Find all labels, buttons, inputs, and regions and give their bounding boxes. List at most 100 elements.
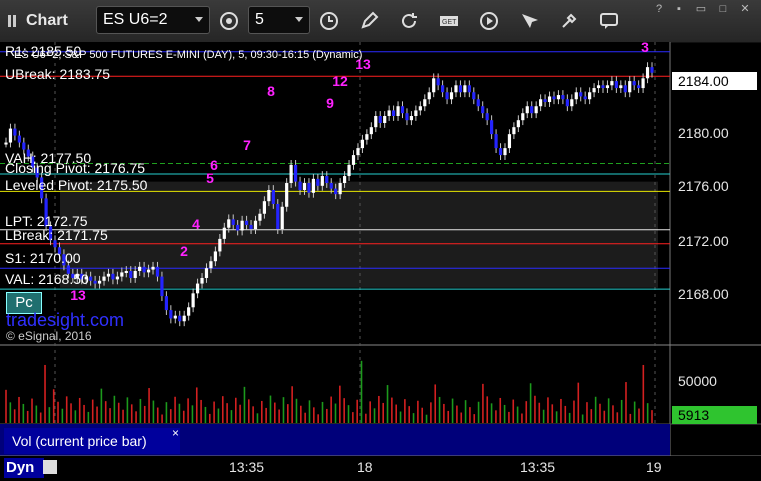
level-label-leveled-pivot: Leveled Pivot: 2175.50 xyxy=(5,177,148,193)
level-label-ubreak: UBreak: 2183.75 xyxy=(5,66,111,82)
price-bar xyxy=(547,96,552,103)
price-bar xyxy=(280,206,284,230)
price-bar xyxy=(619,85,623,89)
sequence-count-label: 13 xyxy=(70,287,86,303)
close-icon[interactable]: × xyxy=(172,426,179,440)
price-bar xyxy=(342,176,347,184)
price-bar xyxy=(115,276,119,280)
brand-watermark: tradesight.com xyxy=(6,310,125,330)
volume-tab[interactable]: Vol (current price bar) xyxy=(4,428,180,454)
price-bar xyxy=(111,273,115,280)
x-tick-label: 13:35 xyxy=(229,459,265,475)
level-label-r1: R1: 2185.50 xyxy=(5,43,82,59)
price-bar xyxy=(169,310,173,319)
price-bar xyxy=(311,178,316,193)
price-bar xyxy=(369,127,373,135)
chart-canvas[interactable]: 13121398765423 xyxy=(0,0,761,481)
level-label-lbreak: LBreak: 2171.75 xyxy=(5,227,108,243)
price-bar xyxy=(432,78,436,93)
y-tick-label: 2180.00 xyxy=(678,125,729,141)
price-bar xyxy=(387,110,391,117)
price-bar xyxy=(543,99,547,103)
price-bar xyxy=(151,266,155,270)
price-bar xyxy=(276,203,280,230)
price-bar xyxy=(414,110,418,117)
price-bar xyxy=(383,116,387,123)
price-bar xyxy=(588,92,592,100)
price-bar xyxy=(231,219,235,225)
price-bar xyxy=(378,116,382,123)
price-bar xyxy=(200,277,204,284)
price-bar xyxy=(463,85,467,93)
price-bar xyxy=(262,201,266,214)
price-bar xyxy=(218,238,222,252)
price-bar xyxy=(436,78,440,86)
price-bar xyxy=(507,134,512,149)
price-bar xyxy=(249,224,253,230)
price-bar xyxy=(445,92,449,100)
price-bar xyxy=(427,92,431,100)
price-bar xyxy=(182,315,186,322)
price-bar xyxy=(289,164,293,184)
price-bar xyxy=(556,95,561,100)
price-bar xyxy=(222,227,226,239)
price-bar xyxy=(441,85,445,93)
price-bar xyxy=(271,190,275,204)
price-bar xyxy=(293,164,298,182)
price-bar xyxy=(525,106,529,114)
price-bar xyxy=(191,293,195,308)
price-bar xyxy=(302,183,307,191)
price-bar xyxy=(93,280,97,284)
price-bar xyxy=(521,113,525,121)
price-bar xyxy=(22,142,26,150)
price-bar xyxy=(347,164,351,177)
y-tick-label: 2172.00 xyxy=(678,233,729,249)
price-bar xyxy=(253,220,258,230)
price-bar xyxy=(605,85,610,89)
sequence-count-label: 4 xyxy=(192,216,200,232)
price-bar xyxy=(244,220,249,225)
price-bar xyxy=(338,183,342,195)
price-bar xyxy=(400,106,405,114)
price-bar xyxy=(164,296,168,311)
price-bar xyxy=(334,188,338,195)
sequence-count-label: 3 xyxy=(641,39,649,55)
price-bar xyxy=(227,219,231,228)
sequence-count-label: 8 xyxy=(267,83,275,99)
price-bar xyxy=(325,176,329,184)
price-bar xyxy=(146,269,151,273)
price-bar xyxy=(129,270,133,278)
x-tick-label: 19 xyxy=(646,459,662,475)
price-bar xyxy=(650,67,654,73)
level-label-val: VAL: 2168.50 xyxy=(5,271,89,287)
price-bar xyxy=(307,183,311,193)
price-bar xyxy=(173,315,177,319)
price-bar xyxy=(120,272,124,277)
price-bar xyxy=(490,120,494,135)
dyn-button[interactable]: Dyn xyxy=(4,458,44,478)
price-bar xyxy=(13,128,17,136)
lock-icon[interactable] xyxy=(43,460,57,474)
price-bar xyxy=(583,96,587,100)
price-bar xyxy=(539,99,543,107)
price-bar xyxy=(195,283,200,294)
price-bar xyxy=(374,116,378,128)
price-bar xyxy=(102,276,106,281)
price-bar xyxy=(89,276,93,281)
sequence-count-label: 2 xyxy=(180,243,188,259)
price-bar xyxy=(534,106,538,114)
price-bar xyxy=(561,95,565,100)
price-bar xyxy=(178,315,182,322)
price-bar xyxy=(472,92,476,100)
sequence-count-label: 9 xyxy=(326,95,334,111)
price-bar xyxy=(552,96,556,100)
price-bar xyxy=(351,155,356,165)
price-bar xyxy=(240,220,244,231)
price-bar xyxy=(17,135,21,143)
price-bar xyxy=(467,85,471,93)
price-bar xyxy=(516,120,520,128)
price-bar xyxy=(329,183,333,189)
price-bar xyxy=(298,181,302,191)
time-axis: Dyn 13:35 18 13:35 19 xyxy=(0,456,761,481)
price-bar xyxy=(570,99,574,107)
